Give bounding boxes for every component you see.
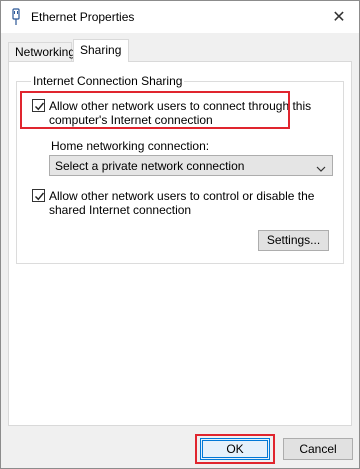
chevron-down-icon: [316, 162, 326, 176]
ethernet-properties-dialog: Ethernet Properties ✕ Networking Sharing…: [0, 0, 360, 469]
window-title: Ethernet Properties: [31, 10, 135, 24]
settings-button[interactable]: Settings...: [258, 230, 329, 251]
allow-control-checkbox[interactable]: [32, 189, 45, 202]
highlight-box-allow-connect: [20, 91, 290, 129]
ics-group-label: Internet Connection Sharing: [31, 74, 185, 88]
home-networking-label: Home networking connection:: [51, 139, 210, 153]
home-networking-select[interactable]: Select a private network connection: [49, 155, 333, 176]
ethernet-icon: [9, 8, 25, 26]
tab-networking[interactable]: Networking: [8, 42, 75, 61]
home-networking-select-value: Select a private network connection: [55, 159, 245, 173]
highlight-box-ok: [195, 434, 275, 464]
close-icon: ✕: [332, 9, 346, 26]
allow-control-label-line2: shared Internet connection: [49, 203, 192, 217]
checkmark-icon: [35, 192, 45, 201]
cancel-button[interactable]: Cancel: [283, 438, 353, 460]
tab-sharing[interactable]: Sharing: [73, 39, 129, 62]
allow-control-label-line1: Allow other network users to control or …: [49, 189, 315, 203]
close-button[interactable]: ✕: [319, 1, 359, 33]
title-bar: Ethernet Properties ✕: [1, 1, 359, 33]
